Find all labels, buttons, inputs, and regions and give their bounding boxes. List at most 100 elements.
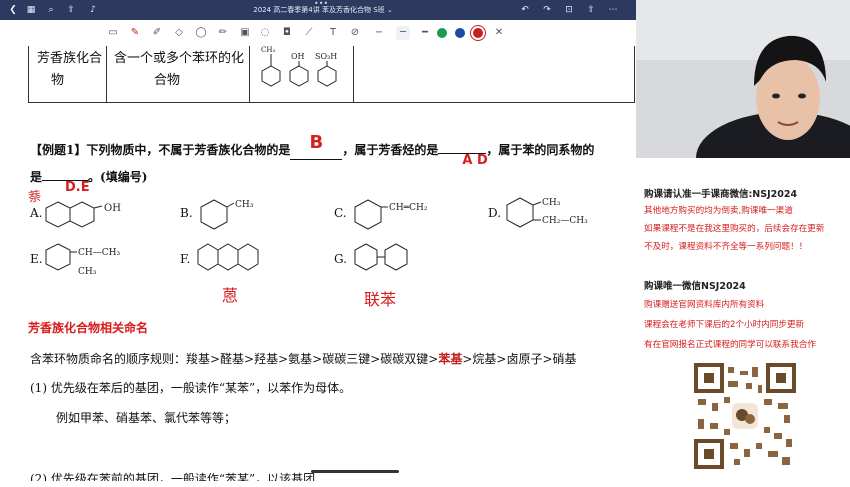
example-structures: CH₃ OH SO₃H <box>261 46 337 87</box>
answer-blank-3[interactable]: D.E <box>42 180 90 195</box>
highlighter-icon[interactable]: ✐ <box>150 26 164 40</box>
svg-text:CH—CH₃: CH—CH₃ <box>78 248 120 258</box>
svg-text:CH₃: CH₃ <box>235 200 254 210</box>
table-cell-examples: CH₃ OH SO₃H <box>249 46 354 102</box>
table-cell-term: 芳香族化合 物 <box>29 46 107 102</box>
answer-blank-2[interactable]: A D <box>438 153 488 168</box>
app-window: ❮ ▦ ⌕ ⇪ ♪ ••• 2024 高二春季第4讲 苯及芳香化合物 S班 ⌄ … <box>0 0 850 481</box>
color-green-swatch[interactable] <box>437 28 447 38</box>
stroke-thin-icon[interactable]: − <box>372 26 386 40</box>
svg-text:CH₃: CH₃ <box>542 198 561 208</box>
redo-icon[interactable]: ↷ <box>540 3 554 17</box>
rule-example: 例如甲苯、硝基苯、氯代苯等等； <box>56 411 237 425</box>
pen-icon[interactable]: ✎ <box>128 26 142 40</box>
handwritten-note-a: 萘 <box>27 189 43 206</box>
undo-icon[interactable]: ↶ <box>518 3 532 17</box>
panel-line-4: 购课赠送官网资料库内所有资料 <box>644 300 765 310</box>
definition-line-2: 合物 <box>154 73 181 88</box>
share-icon[interactable]: ⇪ <box>64 3 78 17</box>
svg-text:CH₂—CH₃: CH₂—CH₃ <box>542 216 588 226</box>
option-c-label: C. <box>334 206 347 220</box>
panel-line-2: 如果课程不是在我这里购买的，后续会存在更新 <box>644 224 825 234</box>
document-page[interactable]: 芳香族化合 物 含一个或多个苯环的化 合物 CH₃ OH SO₃H 【例题1】下… <box>0 46 636 481</box>
handwritten-answer-3: D.E <box>65 180 90 195</box>
option-e-label: E. <box>30 252 43 266</box>
promo-panel: 购课请认准一手课商微信:NSJ2024 其他地方购买的均为倒卖,购课唯一渠道 如… <box>636 158 850 478</box>
text-tool-icon[interactable]: ▭ <box>106 26 120 40</box>
svg-text:OH: OH <box>104 203 121 214</box>
back-icon[interactable]: ❮ <box>6 3 20 17</box>
toluene-ring <box>261 65 281 87</box>
question-text-b: ，属于芳香烃的是 <box>342 143 439 157</box>
option-b-structure: CH₃ <box>200 199 254 230</box>
grid-icon[interactable]: ▦ <box>24 3 38 17</box>
panel-line-6: 有在官网报名正式课程的同学可以联系我合作 <box>644 340 816 350</box>
handwritten-answer-1: B <box>309 132 324 153</box>
section-heading: 芳香族化合物相关命名 <box>28 321 149 335</box>
ch3-label: CH₃ <box>261 46 275 54</box>
search-icon[interactable]: ⌕ <box>44 3 58 17</box>
definition-table-row: 芳香族化合 物 含一个或多个苯环的化 合物 CH₃ OH SO₃H <box>28 46 635 103</box>
text-icon[interactable]: T <box>326 26 340 40</box>
ruler-icon[interactable]: ⟋ <box>302 26 316 40</box>
drawing-toolbar: ▭ ✎ ✐ ◇ ◯ ✏ ▣ ◌ ◘ ⟋ T ⊘ − ─ ━ ✕ <box>0 20 636 47</box>
option-b-label: B. <box>180 206 193 220</box>
horizontal-scrollbar[interactable] <box>311 470 399 473</box>
camera-icon[interactable]: ◘ <box>280 26 294 40</box>
teacher-portrait <box>636 0 850 158</box>
more-icon[interactable]: ⋯ <box>606 3 620 17</box>
table-cell-definition: 含一个或多个苯环的化 合物 <box>106 46 250 102</box>
panel-line-5: 课程会在老师下课后的2个小时内同步更新 <box>644 320 805 330</box>
option-a-structure: OH <box>45 201 121 228</box>
term-line-2: 物 <box>51 73 65 88</box>
table-cell-empty <box>353 46 635 102</box>
link-icon[interactable]: ⊘ <box>348 26 362 40</box>
option-d-structure: CH₃ CH₂—CH₃ <box>506 197 588 228</box>
naming-rule: 含苯环物质命名的顺序规则：羧基>醛基>羟基>氨基>碳碳三键>碳碳双键>苯基>烷基… <box>30 350 577 367</box>
panel-heading-1: 购课请认准一手课商微信:NSJ2024 <box>644 189 798 200</box>
stroke-medium-icon[interactable]: ─ <box>396 26 410 40</box>
handwritten-note-g: 联苯 <box>364 290 397 309</box>
rule-item-2-partial: (2) 优先级在苯前的基团，一般读作“苯某”，以该基团 <box>30 472 316 486</box>
phenol-ring <box>289 65 309 87</box>
qr-pattern <box>694 363 796 469</box>
option-g-label: G. <box>334 252 347 266</box>
question-line-1: 【例题1】下列物质中，不属于芳香族化合物的是 B ，属于芳香烃的是 A D ，属于苯的同… <box>30 132 594 168</box>
eraser-icon[interactable]: ◇ <box>172 26 186 40</box>
option-d-label: D. <box>488 206 502 220</box>
question-text-a: 【例题1】下列物质中，不属于芳香族化合物的是 <box>30 143 291 157</box>
qr-code <box>694 363 796 469</box>
panel-line-3: 不及时，课程资料不齐全等一系列问题！！ <box>644 242 808 252</box>
panel-heading-2: 购课唯一微信NSJ2024 <box>644 281 746 292</box>
option-a-label: A. <box>30 206 43 220</box>
close-toolbar-icon[interactable]: ✕ <box>492 26 506 40</box>
image-icon[interactable]: ▣ <box>238 26 252 40</box>
color-red-swatch[interactable] <box>473 28 483 38</box>
question-text-d: 是 <box>30 170 43 184</box>
option-g-structure <box>354 243 408 271</box>
rule-item-1: (1) 优先级在苯后的基团，一般读作“某苯”，以苯作为母体。 <box>30 381 352 395</box>
svg-text:CH₃: CH₃ <box>78 267 97 277</box>
question-line-2: 是 D.E 。(填编号) <box>30 168 148 195</box>
naming-rule-highlight: 苯基 <box>438 352 463 366</box>
document-title[interactable]: 2024 高二春季第4讲 苯及芳香化合物 S班 ⌄ <box>228 5 418 15</box>
shape-icon[interactable]: ◯ <box>194 26 208 40</box>
handwritten-answer-2: A D <box>462 153 488 168</box>
sulfonic-ring <box>317 65 337 87</box>
option-f-structure <box>197 243 259 271</box>
title-bar: ❮ ▦ ⌕ ⇪ ♪ ••• 2024 高二春季第4讲 苯及芳香化合物 S班 ⌄ … <box>0 0 636 20</box>
handwritten-note-f: 蒽 <box>222 286 239 305</box>
teacher-video-feed <box>636 0 850 158</box>
bookmark-icon[interactable]: ⊡ <box>562 3 576 17</box>
mic-icon[interactable]: ♪ <box>86 3 100 17</box>
oh-label: OH <box>291 52 305 61</box>
export-icon[interactable]: ⇧ <box>584 3 598 17</box>
color-blue-swatch[interactable] <box>455 28 465 38</box>
stroke-thick-icon[interactable]: ━ <box>418 26 432 40</box>
panel-line-1: 其他地方购买的均为倒卖,购课唯一渠道 <box>644 206 793 216</box>
lasso-icon[interactable]: ◌ <box>258 26 272 40</box>
answer-blank-1[interactable]: B <box>290 132 343 160</box>
term-line-1: 芳香族化合 <box>37 51 103 66</box>
question-text-e: 。(填编号) <box>88 170 148 184</box>
pencil-icon[interactable]: ✏ <box>216 26 230 40</box>
